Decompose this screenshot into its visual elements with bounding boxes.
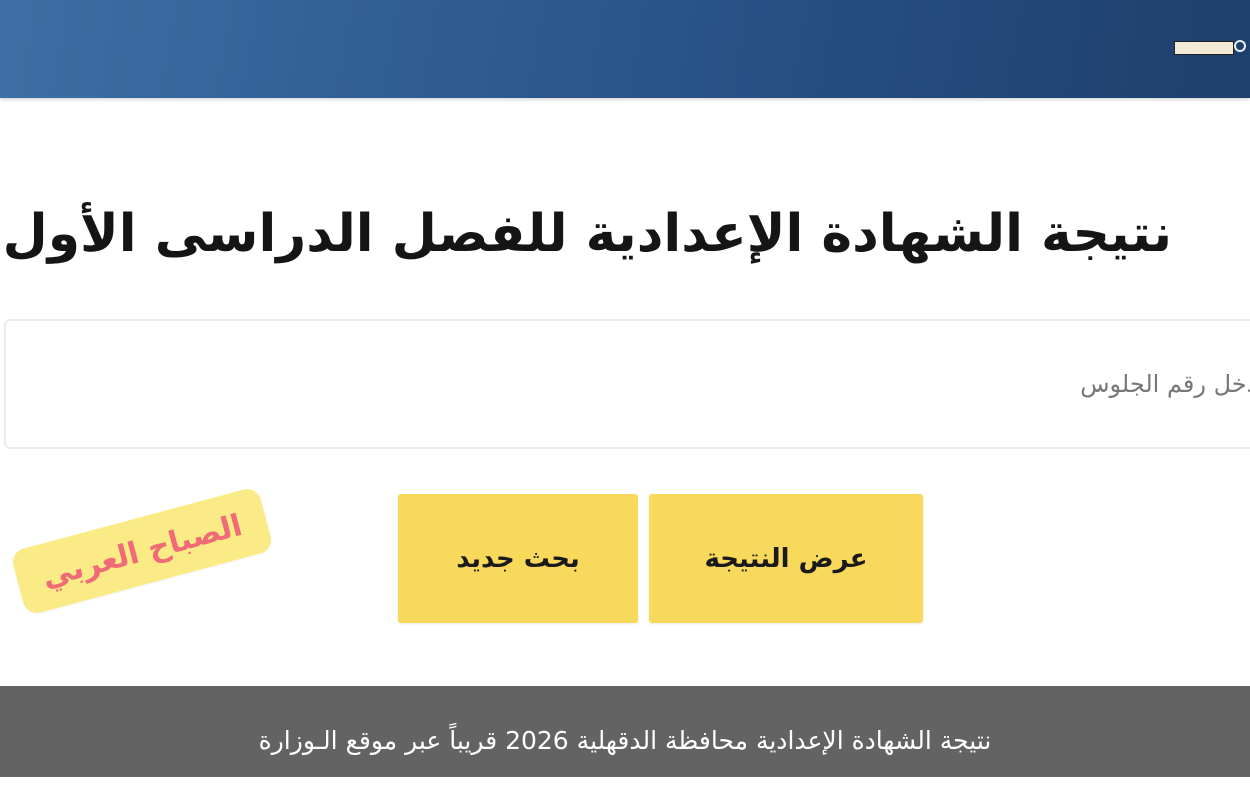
page-title: نتيجة الشهادة الإعدادية للفصل الدراسى ال… [2, 204, 1172, 264]
banner-mark-icon [1174, 38, 1246, 56]
seat-number-input[interactable] [4, 319, 1250, 449]
site-logo-watermark: الصباح العربي [9, 485, 275, 617]
banner-mark-bar [1174, 41, 1234, 55]
result-page: نتيجة الشهادة الإعدادية للفصل الدراسى ال… [0, 0, 1250, 800]
caption-bar: نتيجة الشهادة الإعدادية محافظة الدقهلية … [0, 686, 1250, 777]
image-caption: نتيجة الشهادة الإعدادية محافظة الدقهلية … [258, 726, 992, 755]
banner-mark-dot [1234, 40, 1246, 52]
top-banner [0, 0, 1250, 98]
new-search-button[interactable]: بحث جديد [398, 494, 638, 623]
show-result-button[interactable]: عرض النتيجة [649, 494, 923, 623]
